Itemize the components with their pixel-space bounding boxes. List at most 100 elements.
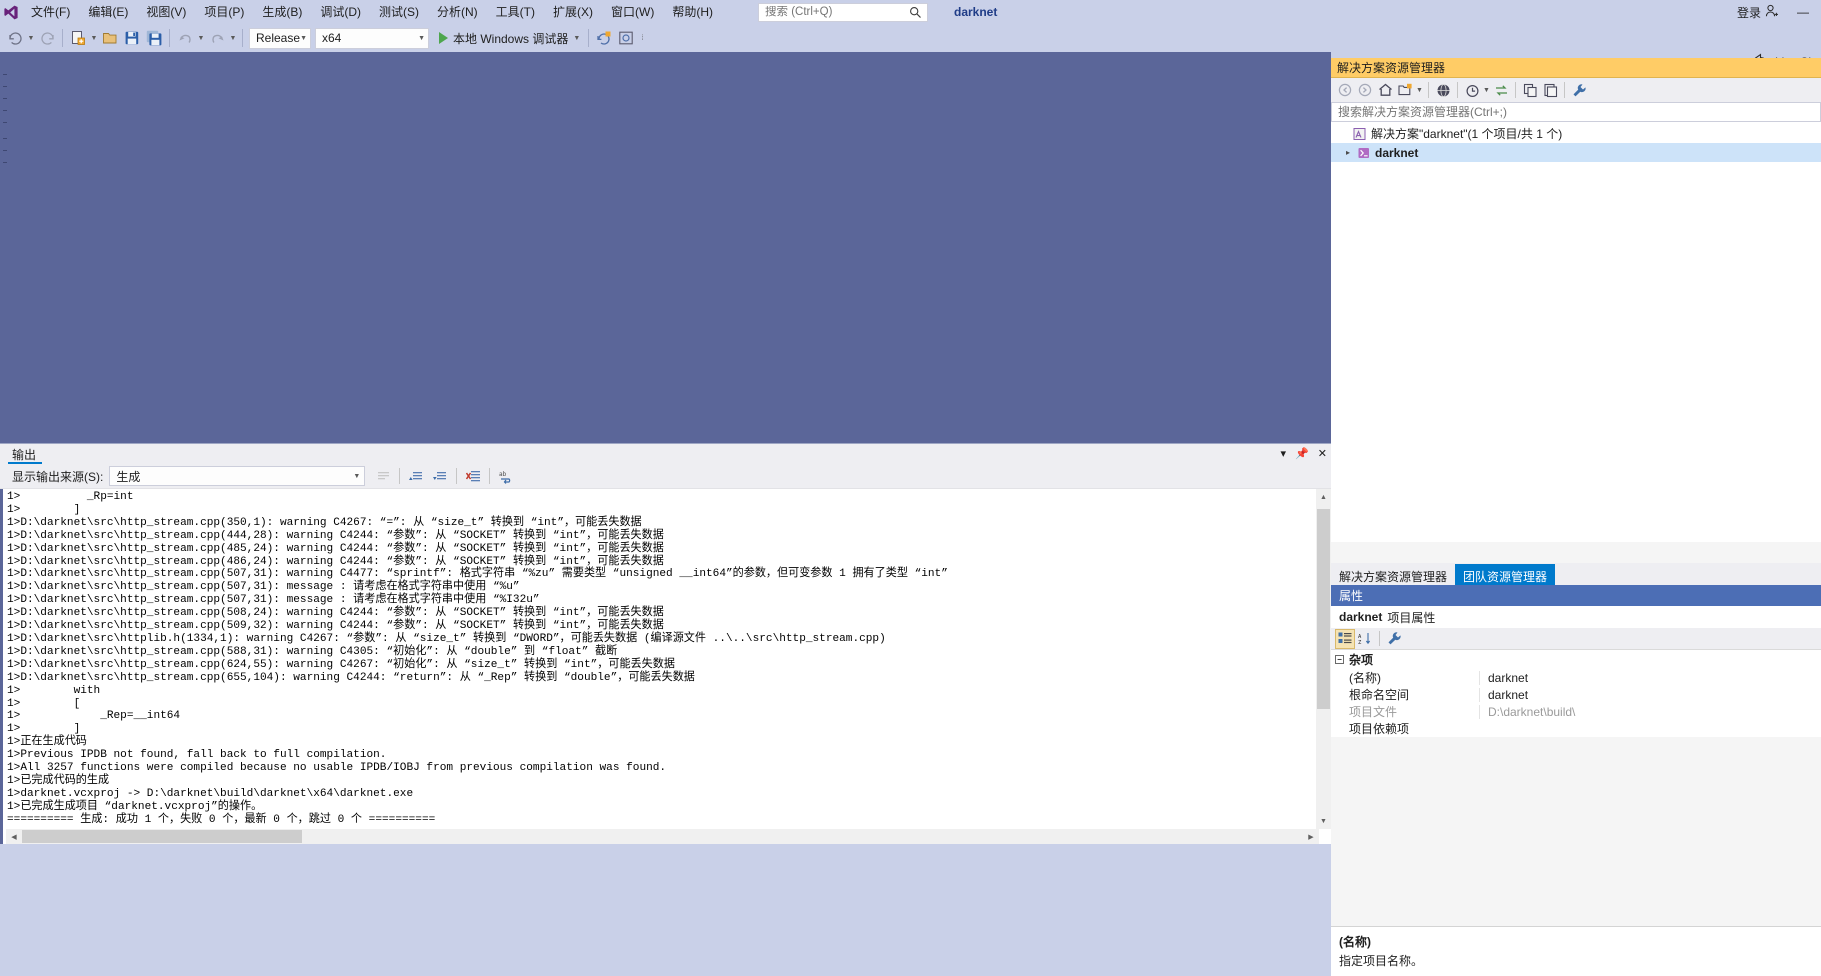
solution-explorer-toolbar: ▼ ▼: [1331, 78, 1821, 102]
output-hscroll-thumb[interactable]: [22, 830, 302, 843]
standard-toolbar: ▼ ▼ ▼ ▼ Release ▼ x64 ▼ 本地 Windows 调试器 ▼…: [0, 24, 1821, 69]
output-vscroll-thumb[interactable]: [1317, 509, 1330, 709]
redo-dropdown-icon[interactable]: ▼: [228, 27, 238, 49]
scroll-down-arrow-icon[interactable]: ▼: [1316, 813, 1331, 829]
solution-explorer-title-bar: 解决方案资源管理器: [1331, 58, 1821, 78]
sign-in-button[interactable]: 登录: [1731, 4, 1785, 21]
menu-view[interactable]: 视图(V): [137, 1, 195, 23]
snapshot-icon[interactable]: [615, 27, 637, 49]
properties-window-icon[interactable]: [1540, 79, 1560, 101]
scroll-left-arrow-icon[interactable]: ◀: [6, 829, 22, 844]
menu-debug[interactable]: 调试(D): [311, 1, 370, 23]
property-row-project-dependencies[interactable]: 项目依赖项: [1331, 720, 1821, 737]
solution-search-input[interactable]: [1338, 105, 1820, 119]
undo-dropdown-icon[interactable]: ▼: [196, 27, 206, 49]
undo-arrow-icon[interactable]: [174, 27, 196, 49]
property-row-name[interactable]: (名称) darknet: [1331, 669, 1821, 686]
new-project-icon[interactable]: [67, 27, 89, 49]
alphabetical-sort-icon[interactable]: A Z: [1355, 629, 1375, 649]
menu-tools[interactable]: 工具(T): [487, 1, 544, 23]
quick-launch-search[interactable]: [758, 2, 928, 24]
properties-object-name: darknet: [1339, 610, 1383, 624]
solution-tree[interactable]: 解决方案"darknet"(1 个项目/共 1 个) ▸ darknet: [1331, 122, 1821, 542]
refresh-history-icon[interactable]: [1462, 79, 1482, 101]
wrench-icon[interactable]: [1569, 79, 1589, 101]
menu-edit[interactable]: 编辑(E): [79, 1, 137, 23]
chevron-down-icon[interactable]: ▾: [1281, 448, 1287, 460]
search-input[interactable]: [765, 6, 910, 18]
menu-test[interactable]: 测试(S): [370, 1, 428, 23]
sync-icon[interactable]: [1491, 79, 1511, 101]
menu-build[interactable]: 生成(B): [253, 1, 311, 23]
scroll-up-arrow-icon[interactable]: ▲: [1316, 489, 1331, 505]
solution-platform-combo[interactable]: x64 ▼: [315, 27, 429, 49]
property-category-misc[interactable]: − 杂项: [1331, 650, 1821, 669]
go-to-previous-message-icon[interactable]: [404, 465, 428, 487]
save-all-icon[interactable]: [143, 27, 165, 49]
navigate-back-icon[interactable]: [4, 27, 26, 49]
show-all-files-icon[interactable]: [1433, 79, 1453, 101]
collapse-expander-icon[interactable]: −: [1335, 655, 1344, 664]
solution-platform-value: x64: [322, 31, 342, 45]
output-vertical-scrollbar[interactable]: ▲ ▼: [1316, 489, 1331, 829]
menu-file[interactable]: 文件(F): [22, 1, 79, 23]
properties-toolbar: A Z: [1331, 628, 1821, 650]
find-message-icon[interactable]: [371, 465, 395, 487]
tree-row-solution[interactable]: 解决方案"darknet"(1 个项目/共 1 个): [1331, 124, 1821, 143]
menu-extensions[interactable]: 扩展(X): [544, 1, 602, 23]
forward-arrow-icon[interactable]: [1355, 79, 1375, 101]
tree-row-project-darknet[interactable]: ▸ darknet: [1331, 143, 1821, 162]
back-arrow-icon[interactable]: [1335, 79, 1355, 101]
navigate-back-dropdown-icon[interactable]: ▼: [26, 27, 36, 49]
menu-window[interactable]: 窗口(W): [602, 1, 663, 23]
menu-project[interactable]: 项目(P): [195, 1, 253, 23]
solution-explorer-search[interactable]: [1331, 102, 1821, 122]
menu-analyze[interactable]: 分析(N): [428, 1, 487, 23]
output-text-content: 1> _Rp=int 1> ] 1>D:\darknet\src\http_st…: [7, 491, 948, 826]
clear-all-icon[interactable]: [461, 465, 485, 487]
property-name: 项目依赖项: [1349, 722, 1410, 736]
properties-panel: 属性 darknet 项目属性 A Z − 杂项 (名称) darknet 根命…: [1331, 585, 1821, 976]
new-project-dropdown-icon[interactable]: ▼: [89, 27, 99, 49]
navigate-forward-icon[interactable]: [36, 27, 58, 49]
minimize-button[interactable]: —: [1785, 0, 1821, 24]
pending-changes-icon[interactable]: [1395, 79, 1415, 101]
home-icon[interactable]: [1375, 79, 1395, 101]
property-value[interactable]: darknet: [1479, 687, 1821, 702]
tab-solution-explorer[interactable]: 解决方案资源管理器: [1331, 564, 1456, 585]
output-text-area[interactable]: 1> _Rp=int 1> ] 1>D:\darknet\src\http_st…: [0, 489, 1331, 844]
output-source-select[interactable]: 生成 ▼: [109, 466, 366, 486]
open-folder-icon[interactable]: [99, 27, 121, 49]
categorized-view-icon[interactable]: [1335, 628, 1355, 649]
property-value[interactable]: darknet: [1479, 670, 1821, 685]
collapse-all-icon[interactable]: [1520, 79, 1540, 101]
output-horizontal-scrollbar[interactable]: ◀ ▶: [6, 829, 1319, 844]
document-left-rail: [0, 52, 10, 443]
menu-help[interactable]: 帮助(H): [663, 1, 722, 23]
chevron-down-icon[interactable]: ▼: [1482, 79, 1491, 101]
toolbar-overflow-icon[interactable]: ⁞: [637, 27, 647, 49]
toolbar-separator: [1428, 82, 1429, 98]
scroll-right-arrow-icon[interactable]: ▶: [1303, 829, 1319, 844]
toggle-word-wrap-icon[interactable]: ab: [494, 465, 518, 487]
save-icon[interactable]: [121, 27, 143, 49]
magnifier-icon[interactable]: [909, 6, 922, 24]
chevron-down-icon[interactable]: ▼: [573, 35, 580, 42]
hot-reload-icon[interactable]: [593, 27, 615, 49]
property-pages-icon[interactable]: [1384, 629, 1404, 649]
chevron-down-icon: ▼: [418, 34, 425, 42]
redo-arrow-icon[interactable]: [206, 27, 228, 49]
solution-configuration-combo[interactable]: Release ▼: [249, 27, 311, 49]
chevron-down-icon[interactable]: ▼: [1415, 79, 1424, 101]
chevron-right-icon[interactable]: ▸: [1341, 148, 1355, 157]
start-debugging-button[interactable]: 本地 Windows 调试器 ▼: [435, 27, 584, 49]
svg-text:Z: Z: [1358, 640, 1362, 645]
property-row-root-namespace[interactable]: 根命名空间 darknet: [1331, 686, 1821, 703]
property-row-project-file: 项目文件 D:\darknet\build\: [1331, 703, 1821, 720]
property-name: 根命名空间: [1349, 688, 1410, 702]
go-to-next-message-icon[interactable]: [428, 465, 452, 487]
pin-icon[interactable]: 📌: [1295, 448, 1309, 460]
tab-team-explorer[interactable]: 团队资源管理器: [1455, 564, 1556, 585]
close-icon[interactable]: ✕: [1318, 448, 1327, 460]
properties-grid[interactable]: − 杂项 (名称) darknet 根命名空间 darknet 项目文件 D:\…: [1331, 650, 1821, 737]
